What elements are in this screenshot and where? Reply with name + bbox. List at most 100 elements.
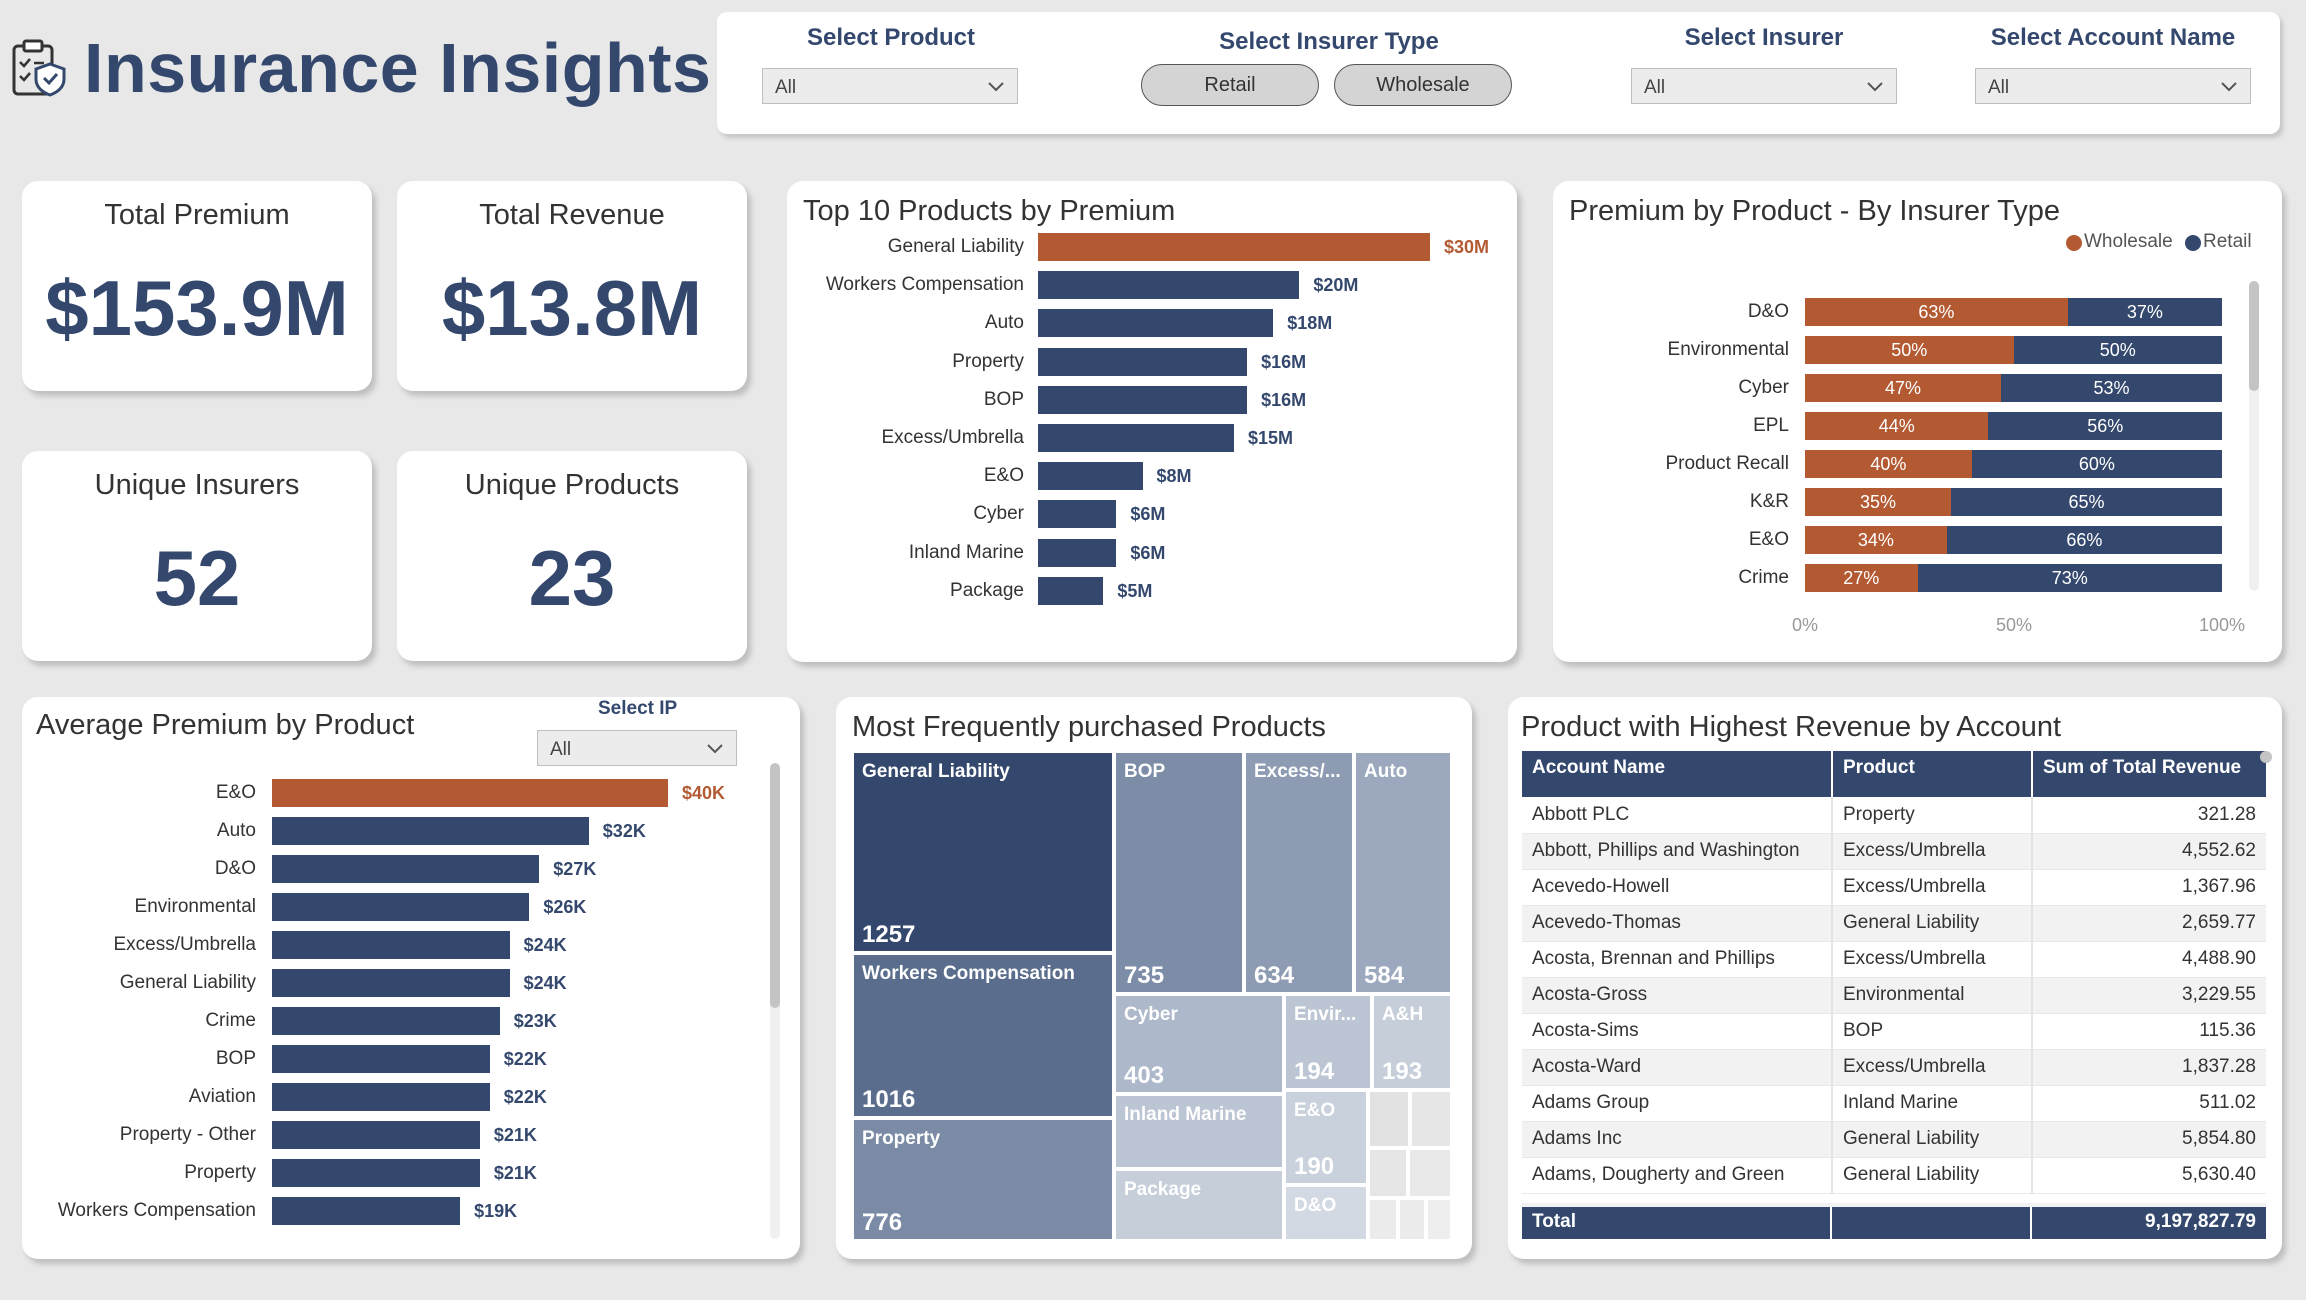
select-ip-dropdown[interactable]: All bbox=[537, 730, 737, 766]
treemap-tile-package[interactable]: Package bbox=[1114, 1169, 1284, 1241]
tile-label: Excess/... bbox=[1254, 761, 1341, 782]
table-row[interactable]: Adams Group Inland Marine 511.02 bbox=[1522, 1085, 2266, 1122]
bar-value-label: $6M bbox=[1130, 504, 1166, 525]
treemap-tile-auto[interactable]: Auto 584 bbox=[1354, 751, 1452, 994]
wholesale-toggle[interactable]: Wholesale bbox=[1334, 64, 1512, 106]
cell-product: BOP bbox=[1832, 1013, 2033, 1050]
treemap-tile-minor[interactable] bbox=[1410, 1090, 1452, 1148]
bar[interactable] bbox=[1038, 462, 1143, 491]
bar[interactable] bbox=[272, 931, 510, 959]
treemap-tile-minor[interactable] bbox=[1426, 1198, 1452, 1241]
bar-value-label: $6M bbox=[1130, 542, 1166, 563]
bar[interactable] bbox=[1038, 309, 1274, 338]
bar-category-label: Crime bbox=[205, 1010, 256, 1031]
column-header-revenue[interactable]: Sum of Total Revenue bbox=[2032, 751, 2266, 797]
cell-account: Acevedo-Thomas bbox=[1522, 905, 1833, 942]
cell-product: Inland Marine bbox=[1832, 1085, 2033, 1122]
treemap-tile-general-liability[interactable]: General Liability 1257 bbox=[852, 751, 1114, 953]
bar-value-label: $15M bbox=[1248, 428, 1294, 448]
tile-label: General Liability bbox=[862, 761, 1010, 782]
avg-scrollbar[interactable] bbox=[770, 763, 780, 1239]
bar[interactable] bbox=[272, 779, 668, 807]
bar-value-label: $24K bbox=[523, 935, 567, 955]
legend-retail-label: Retail bbox=[2203, 231, 2252, 252]
treemap-tile-bop[interactable]: BOP 735 bbox=[1114, 751, 1244, 994]
tile-label: Property bbox=[862, 1128, 941, 1149]
column-header-product[interactable]: Product bbox=[1832, 751, 2033, 797]
bar[interactable] bbox=[272, 855, 540, 883]
treemap-tile-inland-marine[interactable]: Inland Marine bbox=[1114, 1094, 1284, 1169]
treemap-tile-minor[interactable] bbox=[1368, 1090, 1410, 1148]
bar[interactable] bbox=[1038, 347, 1248, 376]
product-dropdown[interactable]: All bbox=[762, 68, 1018, 104]
bar[interactable] bbox=[272, 1197, 461, 1225]
bar-value-label: $5M bbox=[1117, 580, 1153, 601]
bar[interactable] bbox=[272, 1007, 500, 1035]
bar[interactable] bbox=[1038, 538, 1117, 567]
bar-category-label: BOP bbox=[215, 1048, 256, 1069]
bar[interactable] bbox=[1038, 233, 1430, 261]
bar[interactable] bbox=[272, 1083, 490, 1111]
table-row[interactable]: Adams, Dougherty and Green General Liabil… bbox=[1522, 1157, 2266, 1194]
stacked-scroll-thumb[interactable] bbox=[2249, 281, 2259, 391]
table-row[interactable]: Abbott PLC Property 321.28 bbox=[1522, 797, 2266, 834]
table-row[interactable]: Adams Inc General Liability 5,854.80 bbox=[1522, 1121, 2266, 1158]
cell-product: General Liability bbox=[1832, 905, 2033, 942]
retail-toggle[interactable]: Retail bbox=[1141, 64, 1319, 106]
table-row[interactable]: Acevedo-Howell Excess/Umbrella 1,367.96 bbox=[1522, 869, 2266, 906]
stacked-category-label: E&O bbox=[1748, 529, 1789, 550]
treemap-tile-cyber[interactable]: Cyber 403 bbox=[1114, 994, 1284, 1094]
bar[interactable] bbox=[272, 1045, 490, 1073]
x-tick-0: 0% bbox=[1791, 615, 1819, 635]
stacked-category-label: D&O bbox=[1747, 301, 1789, 322]
table-scroll-thumb[interactable] bbox=[2260, 751, 2272, 763]
account-dropdown[interactable]: All bbox=[1975, 68, 2251, 104]
stacked-scrollbar[interactable] bbox=[2249, 281, 2259, 591]
treemap-tile-environmental[interactable]: Envir... 194 bbox=[1284, 994, 1372, 1090]
avg-scroll-thumb[interactable] bbox=[770, 763, 780, 1008]
treemap-tile-minor[interactable] bbox=[1398, 1198, 1426, 1241]
table-row[interactable]: Acosta, Brennan and Phillips Excess/Umbre… bbox=[1522, 941, 2266, 978]
table-row[interactable]: Acosta-Gross Environmental 3,229.55 bbox=[1522, 977, 2266, 1014]
insurer-dropdown[interactable]: All bbox=[1631, 68, 1897, 104]
bar[interactable] bbox=[272, 817, 589, 845]
treemap-tile-excess-umbrella[interactable]: Excess/... 634 bbox=[1244, 751, 1354, 994]
insurer-filter-label: Select Insurer bbox=[1684, 24, 1844, 51]
treemap-tile-minor[interactable] bbox=[1408, 1148, 1452, 1198]
table-row[interactable]: Acosta-Sims BOP 115.36 bbox=[1522, 1013, 2266, 1050]
unique-insurers-card: Unique Insurers 52 bbox=[22, 451, 372, 661]
cell-revenue: 511.02 bbox=[2032, 1085, 2266, 1122]
bar[interactable] bbox=[272, 1121, 480, 1149]
account-dropdown-value: All bbox=[1988, 77, 2010, 98]
total-premium-card: Total Premium $153.9M bbox=[22, 181, 372, 391]
bar[interactable] bbox=[1038, 576, 1104, 605]
bar[interactable] bbox=[272, 893, 530, 921]
tile-value: 776 bbox=[862, 1209, 903, 1236]
cell-product: Environmental bbox=[1832, 977, 2033, 1014]
bar-value-label: $8M bbox=[1156, 466, 1192, 487]
treemap-tile-a-and-h[interactable]: A&H 193 bbox=[1372, 994, 1452, 1090]
x-tick-100: 100% bbox=[2198, 615, 2246, 635]
treemap-tile-minor[interactable] bbox=[1368, 1198, 1398, 1241]
cell-revenue: 1,837.28 bbox=[2032, 1049, 2266, 1086]
treemap-tile-property[interactable]: Property 776 bbox=[852, 1118, 1114, 1241]
treemap-tile-d-and-o[interactable]: D&O bbox=[1284, 1185, 1368, 1241]
table-row[interactable]: Acosta-Ward Excess/Umbrella 1,837.28 bbox=[1522, 1049, 2266, 1086]
bar[interactable] bbox=[272, 969, 510, 997]
column-header-account[interactable]: Account Name bbox=[1522, 751, 1833, 797]
cell-product: General Liability bbox=[1832, 1157, 2033, 1194]
treemap-tile-minor[interactable] bbox=[1368, 1148, 1408, 1198]
bar[interactable] bbox=[1038, 385, 1248, 414]
bar[interactable] bbox=[272, 1159, 480, 1187]
table-row[interactable]: Acevedo-Thomas General Liability 2,659.77 bbox=[1522, 905, 2266, 942]
table-row[interactable]: Abbott, Phillips and Washington Excess/Um… bbox=[1522, 833, 2266, 870]
bar[interactable] bbox=[1038, 500, 1117, 529]
cell-revenue: 115.36 bbox=[2032, 1013, 2266, 1050]
bar[interactable] bbox=[1038, 424, 1234, 452]
stacked-segment-value: 65% bbox=[2068, 492, 2105, 512]
treemap-tile-e-and-o[interactable]: E&O 190 bbox=[1284, 1090, 1368, 1185]
treemap-title: Most Frequently purchased Products bbox=[852, 711, 1326, 743]
treemap-tile-workers-compensation[interactable]: Workers Compensation 1016 bbox=[852, 953, 1114, 1118]
bar[interactable] bbox=[1038, 271, 1300, 300]
bar-value-label: $30M bbox=[1444, 237, 1490, 257]
